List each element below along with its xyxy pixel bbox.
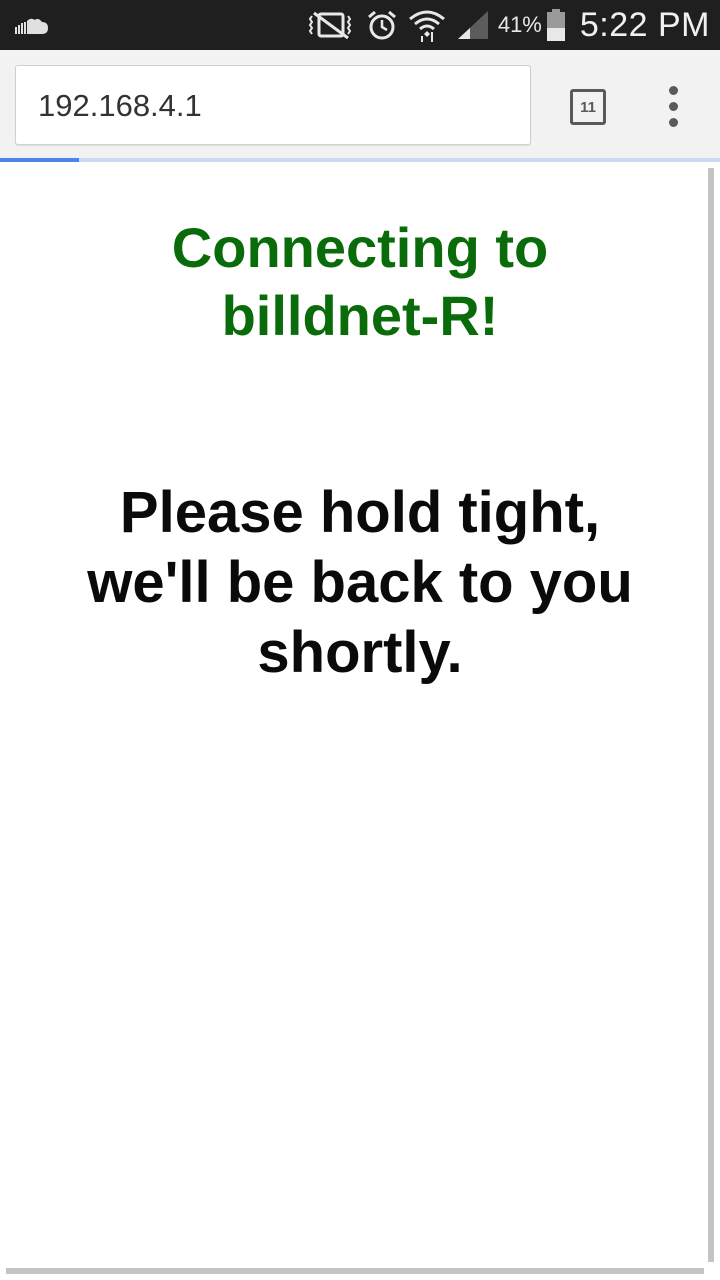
battery-icon — [546, 8, 566, 42]
tab-switcher-button[interactable]: 11 — [570, 89, 606, 125]
heading-line: Connecting to — [171, 216, 549, 279]
status-bar: 41% 5:22 PM — [0, 0, 720, 50]
browser-toolbar: 192.168.4.1 11 — [0, 50, 720, 158]
wifi-icon — [408, 8, 446, 42]
status-message: Please hold tight, we'll be back to you … — [40, 478, 680, 688]
menu-dot — [669, 102, 678, 111]
menu-dot — [669, 118, 678, 127]
vibrate-mute-icon — [308, 8, 356, 42]
message-line: shortly. — [257, 620, 463, 685]
heading-line: billdnet-R! — [221, 284, 499, 347]
url-text: 192.168.4.1 — [38, 88, 202, 123]
message-line: Please hold tight, — [119, 480, 601, 545]
clock: 5:22 PM — [579, 5, 710, 44]
horizontal-scrollbar[interactable] — [6, 1268, 704, 1274]
alarm-icon — [366, 8, 398, 42]
message-line: we'll be back to you — [87, 550, 633, 615]
soundcloud-icon — [14, 14, 50, 36]
page-heading: Connecting to billdnet-R! — [60, 214, 660, 350]
web-content: Connecting to billdnet-R! Please hold ti… — [0, 162, 706, 1270]
address-bar[interactable]: 192.168.4.1 — [15, 65, 531, 145]
menu-dot — [669, 86, 678, 95]
signal-icon — [456, 8, 490, 42]
status-icons: 41% 5:22 PM — [298, 0, 710, 50]
more-vert-icon[interactable] — [660, 86, 688, 128]
tab-count: 11 — [580, 98, 596, 116]
vertical-scrollbar[interactable] — [708, 168, 714, 1262]
battery-percent: 41% — [497, 12, 542, 37]
